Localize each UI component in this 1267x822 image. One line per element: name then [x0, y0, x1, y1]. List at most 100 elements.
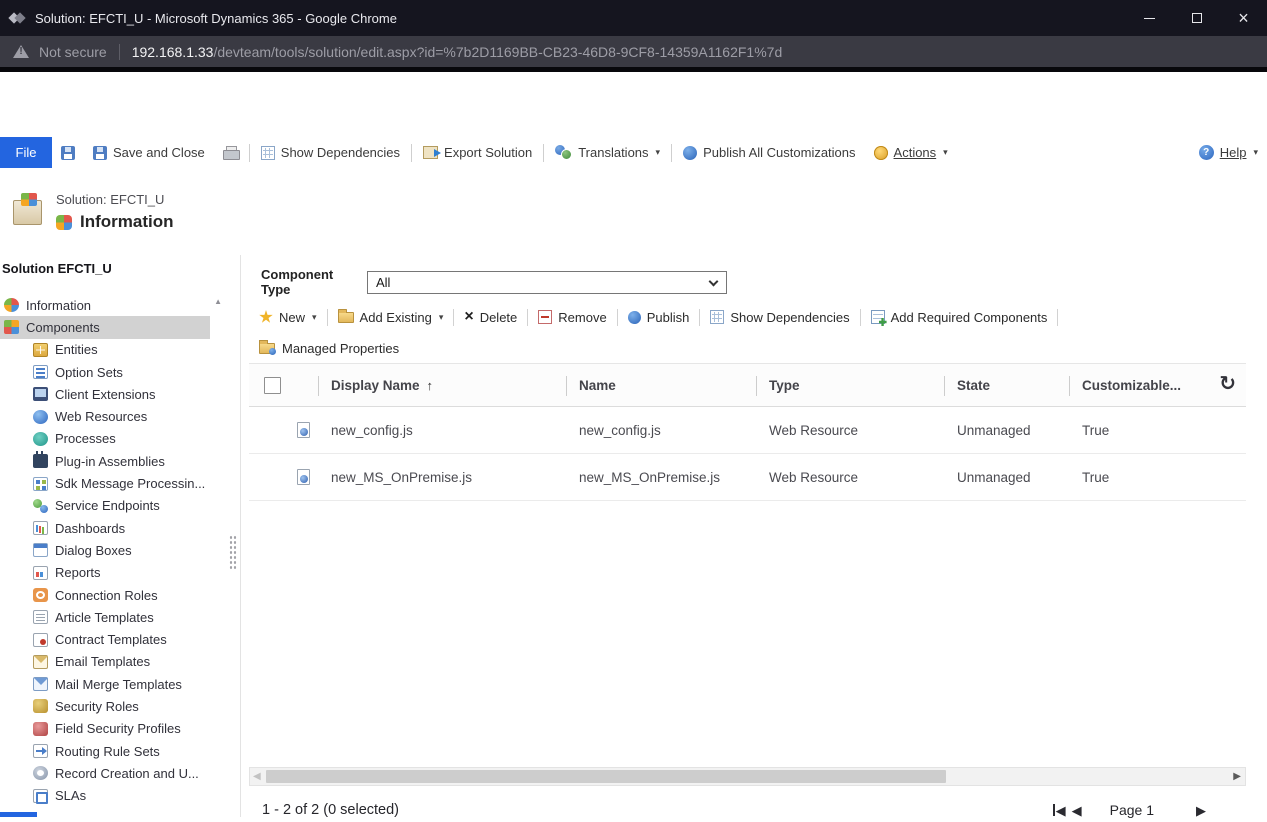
scroll-left-arrow[interactable]: ◀ — [253, 771, 261, 782]
dialog-boxes-icon — [33, 543, 48, 557]
minimize-button[interactable] — [1126, 0, 1173, 36]
save-and-close-button[interactable]: Save and Close — [84, 137, 214, 168]
column-header-display-name[interactable]: Display Name↑ — [318, 364, 566, 406]
export-solution-button[interactable]: Export Solution — [414, 137, 541, 168]
table-row[interactable]: new_MS_OnPremise.js new_MS_OnPremise.js … — [249, 454, 1246, 501]
column-header-state[interactable]: State — [944, 364, 1069, 406]
sidebar-item-plugin-assemblies[interactable]: Plug-in Assemblies — [0, 450, 210, 472]
sidebar-item-web-resources[interactable]: Web Resources — [0, 405, 210, 427]
chevron-down-icon: ▾ — [943, 147, 948, 158]
table-row[interactable]: new_config.js new_config.js Web Resource… — [249, 407, 1246, 454]
publish-all-label: Publish All Customizations — [703, 145, 855, 160]
sidebar-item-record-creation[interactable]: Record Creation and U... — [0, 762, 210, 784]
sidebar-item-slas[interactable]: SLAs — [0, 785, 210, 807]
show-dependencies-grid-button[interactable]: Show Dependencies — [700, 302, 859, 332]
close-button[interactable]: × — [1220, 0, 1267, 36]
solution-sidebar: Solution EFCTI_U Information Components … — [0, 255, 241, 817]
show-dependencies-icon — [710, 310, 724, 324]
add-required-components-button[interactable]: Add Required Components — [861, 302, 1058, 332]
field-security-profiles-icon — [33, 722, 48, 736]
maximize-button[interactable] — [1173, 0, 1220, 36]
sidebar-item-sdk-message-processing[interactable]: Sdk Message Processin... — [0, 472, 210, 494]
add-existing-label: Add Existing — [360, 310, 432, 325]
previous-page-button[interactable]: ◀ — [1072, 804, 1082, 817]
sidebar-item-mail-merge-templates[interactable]: Mail Merge Templates — [0, 673, 210, 695]
sidebar-item-reports[interactable]: Reports — [0, 562, 210, 584]
scrollbar-thumb[interactable] — [266, 770, 946, 783]
service-endpoints-icon — [33, 499, 48, 513]
not-secure-warning-icon[interactable]: ! — [13, 45, 29, 58]
sidebar-item-client-extensions[interactable]: Client Extensions — [0, 383, 210, 405]
sidebar-item-contract-templates[interactable]: Contract Templates — [0, 628, 210, 650]
sidebar-item-label: Client Extensions — [55, 387, 155, 402]
scroll-right-arrow[interactable]: ▶ — [1233, 771, 1241, 782]
new-button[interactable]: New▾ — [249, 302, 327, 332]
mail-merge-templates-icon — [33, 677, 48, 691]
sidebar-item-label: Dashboards — [55, 521, 125, 536]
page-indicator: Page 1 — [1110, 802, 1154, 818]
cell-display-name: new_MS_OnPremise.js — [318, 454, 566, 500]
actions-label: Actions — [894, 145, 937, 160]
save-icon — [61, 146, 75, 160]
chevron-down-icon: ▾ — [656, 147, 661, 158]
translations-button[interactable]: Translations▾ — [546, 137, 669, 168]
add-existing-button[interactable]: Add Existing▾ — [328, 302, 454, 332]
next-page-button[interactable]: ▶ — [1196, 804, 1206, 817]
horizontal-scrollbar[interactable]: ◀ ▶ — [249, 767, 1246, 786]
column-header-type[interactable]: Type — [756, 364, 944, 406]
save-button[interactable] — [52, 137, 84, 168]
help-icon: ? — [1199, 145, 1214, 160]
sidebar-item-label: Information — [26, 298, 91, 313]
delete-button[interactable]: ×Delete — [454, 302, 527, 332]
plugin-assemblies-icon — [33, 454, 48, 468]
sidebar-item-option-sets[interactable]: Option Sets — [0, 361, 210, 383]
sidebar-item-label: Sdk Message Processin... — [55, 476, 205, 491]
help-button[interactable]: ?Help▾ — [1190, 137, 1267, 168]
remove-button[interactable]: Remove — [528, 302, 616, 332]
sidebar-item-security-roles[interactable]: Security Roles — [0, 695, 210, 717]
sidebar-item-email-templates[interactable]: Email Templates — [0, 651, 210, 673]
sidebar-scroll-up-arrow[interactable]: ▲ — [214, 297, 222, 306]
delete-label: Delete — [480, 310, 518, 325]
sidebar-item-dashboards[interactable]: Dashboards — [0, 517, 210, 539]
show-dependencies-button[interactable]: Show Dependencies — [252, 137, 409, 168]
print-button[interactable] — [214, 137, 247, 168]
sidebar-item-label: Web Resources — [55, 409, 147, 424]
url-text[interactable]: 192.168.1.33/devteam/tools/solution/edit… — [132, 44, 783, 60]
grid-toolbar: New▾ Add Existing▾ ×Delete Remove Publis… — [249, 302, 1058, 332]
cell-type: Web Resource — [756, 407, 944, 453]
new-label: New — [279, 310, 305, 325]
sidebar-item-information[interactable]: Information — [0, 294, 210, 316]
sidebar-item-field-security-profiles[interactable]: Field Security Profiles — [0, 718, 210, 740]
sidebar-item-service-endpoints[interactable]: Service Endpoints — [0, 495, 210, 517]
new-icon — [259, 310, 273, 324]
actions-button[interactable]: Actions ▾ — [865, 137, 957, 168]
sidebar-item-article-templates[interactable]: Article Templates — [0, 606, 210, 628]
first-page-button[interactable]: ◀ — [1053, 804, 1066, 817]
sidebar-item-label: Option Sets — [55, 365, 123, 380]
managed-properties-button[interactable]: Managed Properties — [249, 341, 409, 356]
refresh-button[interactable]: ↻ — [1219, 374, 1236, 394]
separator — [543, 144, 544, 162]
sidebar-splitter-handle[interactable] — [229, 535, 237, 571]
column-label: State — [944, 378, 990, 393]
column-header-name[interactable]: Name — [566, 364, 756, 406]
sidebar-item-dialog-boxes[interactable]: Dialog Boxes — [0, 539, 210, 561]
record-creation-icon — [33, 766, 48, 780]
minimize-icon — [1144, 18, 1155, 19]
address-bar[interactable]: ! Not secure 192.168.1.33/devteam/tools/… — [0, 36, 1267, 67]
sidebar-item-connection-roles[interactable]: Connection Roles — [0, 584, 210, 606]
app-icon — [9, 10, 25, 26]
publish-all-customizations-button[interactable]: Publish All Customizations — [674, 137, 864, 168]
sidebar-item-entities[interactable]: Entities — [0, 339, 210, 361]
sidebar-item-routing-rule-sets[interactable]: Routing Rule Sets — [0, 740, 210, 762]
security-label[interactable]: Not secure — [39, 44, 107, 60]
component-type-select[interactable]: All — [367, 271, 727, 294]
publish-button[interactable]: Publish — [618, 302, 700, 332]
sidebar-title: Solution EFCTI_U — [0, 255, 240, 294]
file-tab[interactable]: File — [0, 137, 52, 168]
sidebar-item-processes[interactable]: Processes — [0, 428, 210, 450]
select-all-checkbox[interactable] — [264, 377, 281, 394]
sidebar-item-label: Record Creation and U... — [55, 766, 199, 781]
sidebar-item-components[interactable]: Components — [0, 316, 210, 338]
